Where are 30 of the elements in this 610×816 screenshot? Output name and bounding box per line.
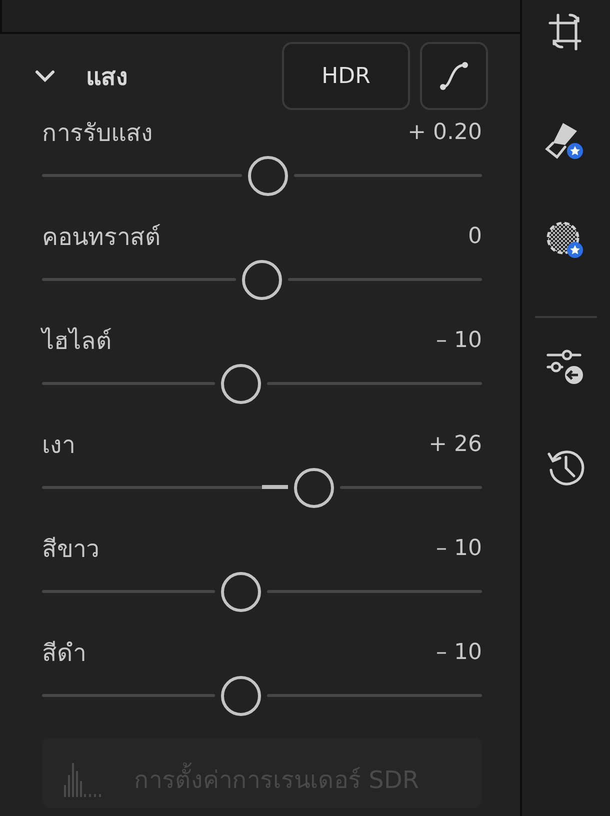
slider-thumb[interactable] [294,468,334,508]
slider-label: การรับแสง [42,118,153,148]
slider-label: สีดำ [42,638,86,668]
section-title: แสง [86,62,129,92]
slider-value: 0 [468,224,482,248]
slider-value: + 26 [428,432,482,456]
curve-icon [438,60,470,92]
slider-value: + 0.20 [408,120,482,144]
slider-thumb[interactable] [242,260,282,300]
slider-track[interactable] [42,364,482,404]
slider-value: – 10 [436,328,482,352]
slider-thumb[interactable] [220,572,261,612]
slider-label: สีขาว [42,534,99,564]
sliders-icon[interactable] [546,347,586,387]
slider-label: คอนทราสต์ [42,222,161,252]
slider-label: เงา [42,430,75,460]
chevron-icon[interactable] [34,69,56,83]
slider-track[interactable] [42,260,482,300]
slider-thumb[interactable] [220,364,261,404]
slider-value: – 10 [436,536,482,560]
hdr-button[interactable]: HDR [282,42,410,110]
slider-track[interactable] [42,156,482,196]
slider-label: ไฮไลต์ [42,326,112,356]
slider-thumb[interactable] [248,156,288,196]
slider-track[interactable] [42,572,482,612]
slider-value: – 10 [436,640,482,664]
curve-button[interactable] [420,42,488,110]
slider-track[interactable] [42,468,482,508]
slider-track[interactable] [42,676,482,716]
slider-thumb[interactable] [220,676,261,716]
